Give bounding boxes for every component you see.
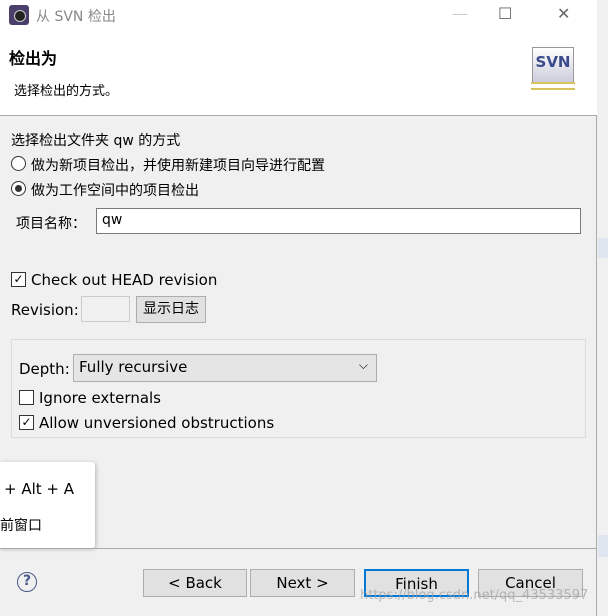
radio-new-project[interactable] (11, 156, 26, 171)
checkout-dialog: 从 SVN 检出 — ☐ ✕ 检出为 选择检出的方式。 SVN 选择检出文件夹 … (0, 0, 597, 616)
allow-unversioned-checkbox[interactable]: ✓ (19, 415, 34, 430)
watermark: https://blog.csdn.net/qq_43533597 (360, 588, 589, 603)
method-label: 选择检出文件夹 qw 的方式 (11, 133, 181, 149)
svn-logo-icon: SVN (531, 47, 575, 90)
tooltip-line-1: + Alt + A (4, 480, 75, 498)
depth-select-value: Fully recursive (79, 358, 188, 376)
show-log-button[interactable]: 显示日志 (136, 296, 206, 323)
back-button[interactable]: < Back (143, 569, 247, 597)
project-name-label: 项目名称： (16, 216, 86, 232)
radio-new-project-label[interactable]: 做为新项目检出，并使用新建项目向导进行配置 (31, 155, 325, 175)
page-description: 选择检出的方式。 (14, 84, 119, 99)
wizard-header: 检出为 选择检出的方式。 SVN (0, 30, 597, 116)
eclipse-icon (9, 5, 29, 25)
revision-input[interactable] (81, 296, 130, 322)
minimize-button[interactable]: — (452, 4, 468, 23)
radio-workspace-project-label[interactable]: 做为工作空间中的项目检出 (31, 180, 199, 200)
footer-divider (0, 548, 597, 549)
project-name-input[interactable]: qw (96, 208, 581, 234)
tooltip-line-2: 前窗口 (0, 518, 42, 534)
next-button[interactable]: Next > (250, 569, 355, 597)
shortcut-tooltip: + Alt + A 前窗口 (0, 462, 95, 548)
depth-label: Depth: (19, 360, 70, 378)
revision-label: Revision: (11, 301, 79, 319)
help-icon[interactable]: ? (17, 572, 37, 592)
chevron-down-icon: ⌵ (358, 358, 368, 372)
background-strip (598, 238, 608, 258)
head-revision-label[interactable]: Check out HEAD revision (31, 271, 217, 289)
title-bar: 从 SVN 检出 — ☐ ✕ (0, 0, 597, 30)
head-revision-checkbox[interactable]: ✓ (11, 272, 26, 287)
window-title: 从 SVN 检出 (36, 9, 116, 25)
maximize-button[interactable]: ☐ (498, 4, 512, 23)
allow-unversioned-label[interactable]: Allow unversioned obstructions (39, 414, 274, 432)
radio-workspace-project[interactable] (11, 181, 26, 196)
ignore-externals-label[interactable]: Ignore externals (39, 389, 161, 407)
page-title: 检出为 (9, 49, 58, 68)
close-button[interactable]: ✕ (557, 4, 570, 23)
depth-select[interactable]: Fully recursive ⌵ (73, 354, 377, 382)
background-strip (598, 535, 608, 557)
ignore-externals-checkbox[interactable] (19, 390, 34, 405)
